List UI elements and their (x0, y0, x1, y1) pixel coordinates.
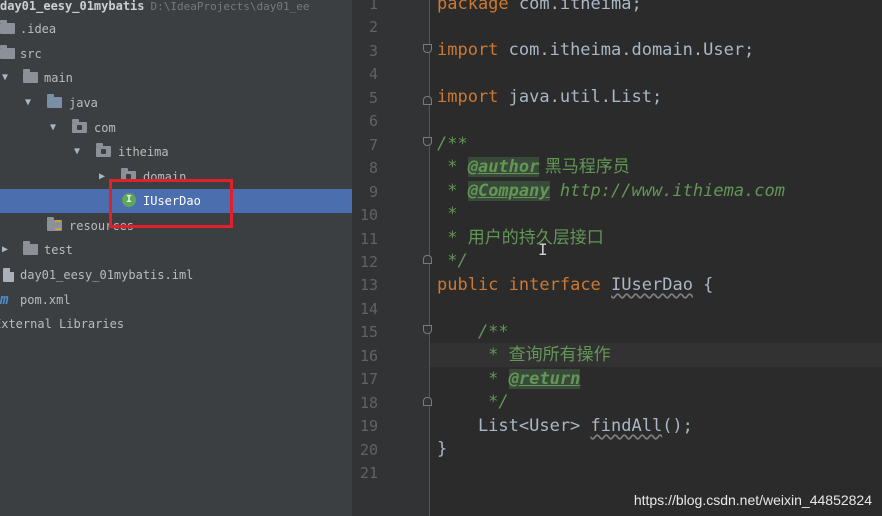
text-cursor-icon: I (538, 240, 548, 259)
source-folder-icon (47, 94, 62, 108)
tree-row-test[interactable]: ▶ test (0, 238, 352, 262)
line-number: 21 (359, 464, 378, 482)
line-number: 9 (368, 182, 378, 201)
line-number: 13 (359, 276, 378, 295)
package-icon (72, 119, 87, 133)
code-line-7: /** (437, 134, 468, 154)
code-line-17: * @return (437, 369, 581, 389)
tree-row-label: day01_eesy_01mybatis.iml (20, 268, 194, 282)
watermark-text: https://blog.csdn.net/weixin_44852824 (633, 492, 872, 508)
line-number: 19 (359, 417, 378, 436)
tree-row-label: src (20, 47, 42, 61)
module-file-icon (3, 268, 14, 282)
code-line-20: } (437, 439, 448, 459)
annotation-highlight-box (109, 179, 233, 228)
line-number: 11 (359, 229, 378, 248)
line-number: 1 (368, 0, 378, 13)
chevron-right-icon[interactable]: ▶ (97, 165, 107, 189)
line-number: 16 (359, 346, 378, 365)
line-number: 4 (368, 65, 378, 84)
code-line-19: List<User> findAll(); (437, 416, 693, 436)
chevron-down-icon[interactable]: ▼ (0, 66, 10, 90)
tree-row-idea[interactable]: .idea (0, 17, 352, 41)
code-line-3: import com.itheima.domain.User; (437, 40, 755, 60)
line-number: 17 (359, 370, 378, 389)
tree-row-src[interactable]: src (0, 42, 352, 66)
code-line-1: package com.itheima; (437, 0, 642, 14)
line-number: 5 (368, 88, 378, 107)
folder-icon (23, 69, 38, 83)
folder-icon (0, 20, 15, 34)
project-root-path: D:\IdeaProjects\day01_ee (150, 0, 310, 13)
line-number: 3 (368, 41, 378, 60)
folder-icon (23, 241, 38, 255)
chevron-down-icon[interactable]: ▼ (72, 140, 82, 164)
line-number: 18 (359, 393, 378, 412)
code-line-15: /** (437, 322, 509, 342)
code-line-13: public interface IUserDao { (437, 275, 714, 295)
resources-folder-icon (47, 217, 62, 231)
maven-icon: m (0, 292, 9, 308)
code-line-18: */ (437, 392, 509, 412)
tree-row-label: pom.xml (20, 293, 71, 307)
tree-row-external-libraries[interactable]: External Libraries (0, 312, 352, 336)
line-number: 7 (368, 135, 378, 154)
tree-row-itheima[interactable]: ▼ itheima (0, 140, 352, 164)
tree-row-label: main (44, 71, 73, 85)
folder-icon (0, 45, 15, 59)
chevron-down-icon[interactable]: ▼ (48, 116, 58, 140)
tree-row-label: com (94, 121, 116, 135)
code-line-5: import java.util.List; (437, 87, 663, 107)
code-editor[interactable]: package com.itheima; import com.itheima.… (430, 0, 882, 516)
tree-row-project-root[interactable]: day01_eesy_01mybatis D:\IdeaProjects\day0… (0, 0, 352, 18)
editor-gutter: 1 2 3 4 5 6 7 8 9 10 11 12 13 14 15 16 17 18 19 20 21 (352, 0, 458, 516)
tree-row-label: test (44, 243, 73, 257)
code-line-11: * 用户的持久层接口 (437, 228, 604, 248)
line-number: 14 (359, 299, 378, 318)
tree-row-pom[interactable]: m pom.xml (0, 288, 352, 312)
tree-row-label: java (69, 96, 98, 110)
code-line-10: * (437, 204, 458, 224)
code-line-12: */ (437, 251, 468, 271)
tree-row-label: .idea (20, 22, 57, 36)
line-number: 6 (368, 112, 378, 131)
code-line-8: * @author 黑马程序员 (437, 157, 630, 177)
line-number: 10 (359, 206, 378, 225)
code-line-9: * @Company http://www.ithiema.com (437, 181, 786, 201)
line-number: 12 (359, 252, 378, 271)
tree-row-label: External Libraries (0, 317, 125, 331)
line-number: 15 (359, 323, 378, 342)
tree-row-main[interactable]: ▼ main (0, 66, 352, 90)
chevron-down-icon[interactable]: ▼ (23, 91, 33, 115)
line-number: 8 (368, 159, 378, 178)
project-root-label: day01_eesy_01mybatis (0, 0, 145, 13)
tree-row-java[interactable]: ▼ java (0, 91, 352, 115)
project-tree: day01_eesy_01mybatis D:\IdeaProjects\day0… (0, 0, 352, 516)
line-number: 20 (359, 440, 378, 459)
line-number: 2 (368, 18, 378, 37)
tree-row-label: itheima (118, 145, 169, 159)
tree-row-iml[interactable]: day01_eesy_01mybatis.iml (0, 263, 352, 287)
tree-row-com[interactable]: ▼ com (0, 116, 352, 140)
chevron-right-icon[interactable]: ▶ (0, 238, 10, 262)
package-icon (96, 143, 111, 157)
code-line-16: * 查询所有操作 (430, 343, 882, 367)
